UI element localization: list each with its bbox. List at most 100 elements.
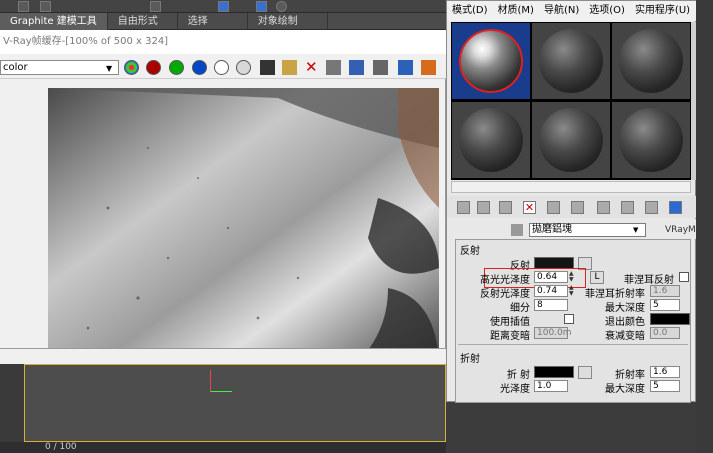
fresnel-ior-label: 菲涅耳折射率 — [585, 289, 645, 300]
exit-color-label: 退出颜色 — [605, 317, 645, 328]
move-icon[interactable] — [256, 1, 267, 12]
sample-slot[interactable] — [532, 23, 610, 99]
copy-material-icon[interactable] — [547, 201, 560, 214]
refract-label: 折 射 — [506, 370, 530, 381]
chevron-down-icon: ▼ — [106, 64, 113, 73]
open-folder-icon[interactable] — [282, 60, 297, 75]
refr-max-depth-field[interactable]: 5 — [650, 380, 680, 392]
me-toolbar: ✕ — [447, 196, 697, 218]
chevron-down-icon: ▼ — [633, 226, 639, 234]
ior-field[interactable]: 1.6 — [650, 366, 680, 378]
max-depth-label: 最大深度 — [605, 303, 645, 314]
menu-options[interactable]: 选项(O) — [584, 1, 630, 21]
perspective-viewport[interactable] — [24, 364, 446, 442]
divider — [458, 344, 688, 345]
color-correction-icon[interactable] — [421, 60, 436, 75]
fresnel-checkbox[interactable] — [679, 272, 689, 282]
tab-object-paint[interactable]: 对象绘制 — [248, 13, 328, 30]
material-editor: 模式(D) 材质(M) 导航(N) 选项(O) 实用程序(U) ✕ 拋磨鋁塊 ▼… — [446, 0, 702, 403]
use-interp-label: 使用插值 — [490, 317, 530, 328]
menu-material[interactable]: 材质(M) — [493, 1, 539, 21]
reset-icon[interactable]: ✕ — [523, 201, 536, 214]
sphere-preview — [539, 108, 603, 172]
refr-gloss-label: 光泽度 — [500, 384, 530, 395]
menu-navigation[interactable]: 导航(N) — [539, 1, 584, 21]
refract-color-swatch[interactable] — [534, 366, 574, 378]
material-name-field[interactable]: 拋磨鋁塊 — [529, 223, 646, 237]
left-strip — [0, 364, 24, 442]
refraction-section-title: 折射 — [460, 354, 480, 365]
lock-button[interactable]: L — [590, 271, 604, 284]
show-end-result-icon[interactable] — [669, 201, 682, 214]
vfb-history-icon[interactable] — [398, 60, 413, 75]
hilight-gloss-field[interactable]: 0.64 — [534, 271, 568, 283]
use-interp-checkbox[interactable] — [564, 314, 574, 324]
unique-icon[interactable] — [571, 201, 584, 214]
material-name-row: 拋磨鋁塊 ▼ VRayMtl — [447, 219, 702, 239]
exit-color-swatch[interactable] — [650, 313, 690, 325]
tab-selection[interactable]: 选择 — [178, 13, 248, 30]
show-map-icon[interactable] — [645, 201, 658, 214]
fresnel-ior-field[interactable]: 1.6 — [650, 285, 680, 297]
red-channel-icon[interactable] — [146, 60, 161, 75]
command-panel-edge — [696, 0, 713, 453]
assign-material-icon[interactable] — [499, 201, 512, 214]
subdivs-field[interactable]: 8 — [534, 299, 568, 311]
me-menubar: 模式(D) 材质(M) 导航(N) 选项(O) 实用程序(U) — [447, 1, 697, 21]
region-select-icon[interactable] — [218, 1, 229, 12]
get-material-icon[interactable] — [457, 201, 470, 214]
rgb-channel-icon[interactable] — [124, 60, 139, 75]
library-icon[interactable] — [597, 201, 610, 214]
sample-slot[interactable] — [612, 102, 690, 178]
refl-gloss-label: 反射光泽度 — [480, 289, 530, 300]
vfb-title: V-Ray帧缓存-[100% of 500 x 324] — [0, 30, 446, 54]
dim-falloff-field[interactable]: 0.0 — [650, 327, 680, 339]
render-preview-image — [48, 88, 439, 371]
region-render-icon[interactable] — [349, 60, 364, 75]
dim-distance-field[interactable]: 100.0m — [534, 327, 572, 339]
material-id-icon[interactable] — [621, 201, 634, 214]
main-toolbar — [0, 0, 446, 13]
sample-slot[interactable] — [532, 102, 610, 178]
track-mouse-icon[interactable] — [326, 60, 341, 75]
mono-channel-icon[interactable] — [236, 60, 251, 75]
viewport-toolbar — [0, 348, 446, 364]
menu-utilities[interactable]: 实用程序(U) — [630, 1, 695, 21]
sample-slot[interactable] — [452, 102, 530, 178]
green-channel-icon[interactable] — [169, 60, 184, 75]
tab-freeform[interactable]: 自由形式 — [108, 13, 178, 30]
redo-icon[interactable] — [40, 1, 51, 12]
frame-counter: 0 / 100 — [45, 442, 77, 452]
graphite-ribbon: Graphite 建模工具 自由形式 选择 对象绘制 — [0, 13, 446, 30]
refr-gloss-field[interactable]: 1.0 — [534, 380, 568, 392]
put-material-icon[interactable] — [477, 201, 490, 214]
sphere-preview — [459, 108, 523, 172]
slots-hscroll[interactable] — [451, 181, 691, 193]
refl-gloss-field[interactable]: 0.74 — [534, 285, 568, 297]
rotate-icon[interactable] — [276, 1, 287, 12]
basic-params-rollout: 反射 反射 高光光泽度 0.64 ▲ ▼ L 菲涅耳反射 反射光泽度 0.74 ▲… — [455, 239, 691, 403]
pick-material-icon[interactable] — [511, 224, 523, 236]
clear-icon[interactable]: ✕ — [305, 60, 320, 75]
menu-mode[interactable]: 模式(D) — [447, 1, 493, 21]
time-slider[interactable]: 0 / 100 — [0, 442, 446, 453]
spinner-icon[interactable]: ▲ ▼ — [569, 271, 575, 283]
hilight-gloss-label: 高光光泽度 — [480, 275, 530, 286]
max-depth-field[interactable]: 5 — [650, 299, 680, 311]
sample-slot[interactable] — [612, 23, 690, 99]
fresnel-label: 菲涅耳反射 — [624, 275, 674, 286]
select-icon[interactable] — [150, 1, 161, 12]
save-icon[interactable] — [260, 60, 275, 75]
subdivs-label: 细分 — [510, 303, 530, 314]
channel-select[interactable]: color — [0, 60, 119, 75]
dim-falloff-label: 衰减变暗 — [605, 331, 645, 342]
refract-map-button[interactable] — [578, 366, 592, 379]
undo-icon[interactable] — [18, 1, 29, 12]
ior-label: 折射率 — [615, 370, 645, 381]
spinner-icon[interactable]: ▲ ▼ — [569, 285, 575, 297]
alpha-channel-icon[interactable] — [214, 60, 229, 75]
render-teapot-icon[interactable] — [373, 60, 388, 75]
tab-graphite[interactable]: Graphite 建模工具 — [0, 13, 108, 30]
sample-slot-active[interactable] — [452, 23, 530, 99]
blue-channel-icon[interactable] — [192, 60, 207, 75]
